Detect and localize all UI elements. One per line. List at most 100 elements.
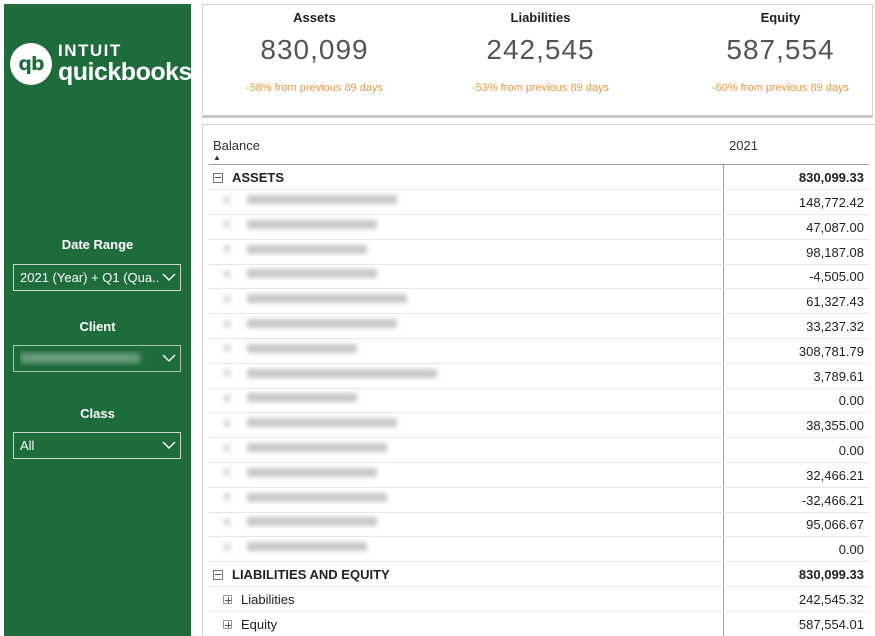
assets-total: 830,099.33	[798, 170, 864, 185]
redacted-account-name	[247, 294, 407, 304]
equity-label: Equity	[241, 617, 278, 632]
dashboard: qb INTUIT quickbooks Date Range 2021 (Ye…	[0, 0, 875, 636]
expand-icon	[223, 517, 231, 526]
kpi-liabilities[interactable]: Liabilities 242,545 -53% from previous 8…	[429, 5, 652, 94]
expand-icon	[223, 319, 231, 328]
row-label-redacted	[213, 443, 387, 452]
expand-icon	[223, 443, 231, 452]
row-value: 308,781.79	[798, 343, 864, 359]
row-label-redacted	[213, 393, 357, 403]
column-header-2021[interactable]: 2021	[729, 138, 758, 153]
row-value: 95,066.67	[806, 517, 864, 533]
class-dropdown[interactable]: All	[13, 432, 181, 459]
date-range-label: Date Range	[61, 237, 134, 252]
class-value: All	[20, 438, 35, 453]
row-label: Equity	[223, 617, 277, 632]
row-value: 38,355.00	[806, 418, 864, 434]
equity-value: 587,554.01	[798, 617, 864, 632]
redacted-account-name	[247, 368, 437, 378]
row-value: 3,789.61	[813, 368, 864, 384]
row-label: LIABILITIES AND EQUITY	[213, 567, 390, 582]
client-dropdown[interactable]	[13, 345, 181, 372]
redacted-account-name	[247, 467, 377, 477]
table-row[interactable]: 3,789.61	[209, 364, 869, 389]
row-value: 61,327.43	[806, 294, 864, 310]
kpi-title: Liabilities	[510, 10, 571, 25]
row-label-redacted	[213, 492, 387, 502]
expand-icon	[223, 542, 231, 551]
table-row-liabilities[interactable]: Liabilities 242,545.32	[209, 587, 869, 612]
redacted-account-name	[247, 492, 387, 502]
row-label: Liabilities	[223, 592, 294, 607]
expand-icon[interactable]	[223, 620, 232, 629]
table-row[interactable]: 32,466.21	[209, 463, 869, 488]
redacted-account-name	[247, 542, 367, 552]
collapse-icon[interactable]	[213, 569, 223, 580]
row-value: 47,087.00	[806, 219, 864, 235]
kpi-panel: Assets 830,099 -58% from previous 89 day…	[202, 4, 873, 118]
kpi-equity[interactable]: Equity 587,554 -60% from previous 89 day…	[669, 5, 875, 94]
sort-ascending-icon[interactable]: ▲	[213, 153, 221, 162]
expand-icon	[223, 393, 231, 402]
client-value-redacted	[20, 353, 140, 363]
kpi-assets[interactable]: Assets 830,099 -58% from previous 89 day…	[203, 5, 426, 94]
row-label-redacted	[213, 269, 377, 279]
kpi-value: 830,099	[260, 34, 369, 65]
expand-icon	[223, 245, 231, 254]
redacted-account-name	[247, 343, 357, 353]
collapse-icon[interactable]	[213, 172, 223, 183]
row-value: 0.00	[838, 542, 864, 558]
table-row[interactable]: 148,772.42	[209, 190, 869, 215]
expand-icon	[223, 369, 231, 378]
redacted-account-name	[247, 319, 397, 328]
table-row[interactable]: -4,505.00	[209, 264, 869, 290]
liabilities-label: Liabilities	[241, 592, 295, 607]
expand-icon	[223, 294, 231, 303]
row-label-redacted	[213, 244, 367, 254]
table-row[interactable]: -32,466.21	[209, 488, 869, 513]
table-row[interactable]: 61,327.43	[209, 289, 869, 315]
table-row[interactable]: 98,187.08	[209, 240, 869, 265]
row-value: 0.00	[838, 443, 864, 458]
row-label-redacted	[213, 319, 397, 328]
expand-icon[interactable]	[223, 595, 232, 604]
table-row[interactable]: 47,087.00	[209, 215, 869, 240]
kpi-title: Equity	[760, 10, 801, 25]
row-value: -4,505.00	[809, 269, 864, 285]
redacted-account-name	[247, 219, 377, 229]
liab-equity-label: LIABILITIES AND EQUITY	[232, 567, 390, 582]
table-row[interactable]: 0.00	[209, 438, 869, 463]
table-row[interactable]: 38,355.00	[209, 413, 869, 439]
row-label-redacted	[213, 542, 367, 552]
row-value: -32,466.21	[801, 492, 864, 508]
kpi-delta: -60% from previous 89 days	[712, 82, 849, 94]
row-value: 33,237.32	[806, 319, 864, 334]
table-row-equity[interactable]: Equity 587,554.01	[209, 612, 869, 636]
row-value: 148,772.42	[798, 195, 864, 210]
expand-icon	[223, 269, 231, 278]
table-row[interactable]: 308,781.79	[209, 339, 869, 364]
row-label: ASSETS	[213, 170, 284, 185]
expand-icon	[223, 220, 231, 229]
table-row[interactable]: 33,237.32	[209, 314, 869, 339]
redacted-account-name	[247, 269, 377, 279]
column-header-balance[interactable]: Balance	[213, 138, 260, 153]
balance-table: Balance ▲ 2021 ASSETS 830,099.33 148,772…	[202, 124, 875, 636]
date-range-value: 2021 (Year) + Q1 (Qua...	[20, 270, 158, 285]
table-row[interactable]: 0.00	[209, 537, 869, 563]
kpi-delta: -58% from previous 89 days	[246, 82, 383, 94]
date-range-dropdown[interactable]: 2021 (Year) + Q1 (Qua...	[13, 264, 181, 291]
table-row[interactable]: 95,066.67	[209, 512, 869, 538]
quickbooks-logo: qb INTUIT quickbooks	[10, 42, 192, 85]
expand-icon	[223, 195, 231, 204]
table-row-assets[interactable]: ASSETS 830,099.33	[209, 165, 869, 190]
client-value	[20, 351, 158, 366]
client-label: Client	[79, 319, 116, 334]
logo-intuit: INTUIT	[58, 41, 122, 60]
table-row-liabilities-and-equity[interactable]: LIABILITIES AND EQUITY 830,099.33	[209, 562, 869, 587]
table-row[interactable]: 0.00	[209, 388, 869, 414]
row-value: 0.00	[838, 393, 864, 409]
row-label-redacted	[213, 219, 377, 229]
expand-icon	[223, 344, 231, 353]
expand-icon	[223, 493, 231, 502]
